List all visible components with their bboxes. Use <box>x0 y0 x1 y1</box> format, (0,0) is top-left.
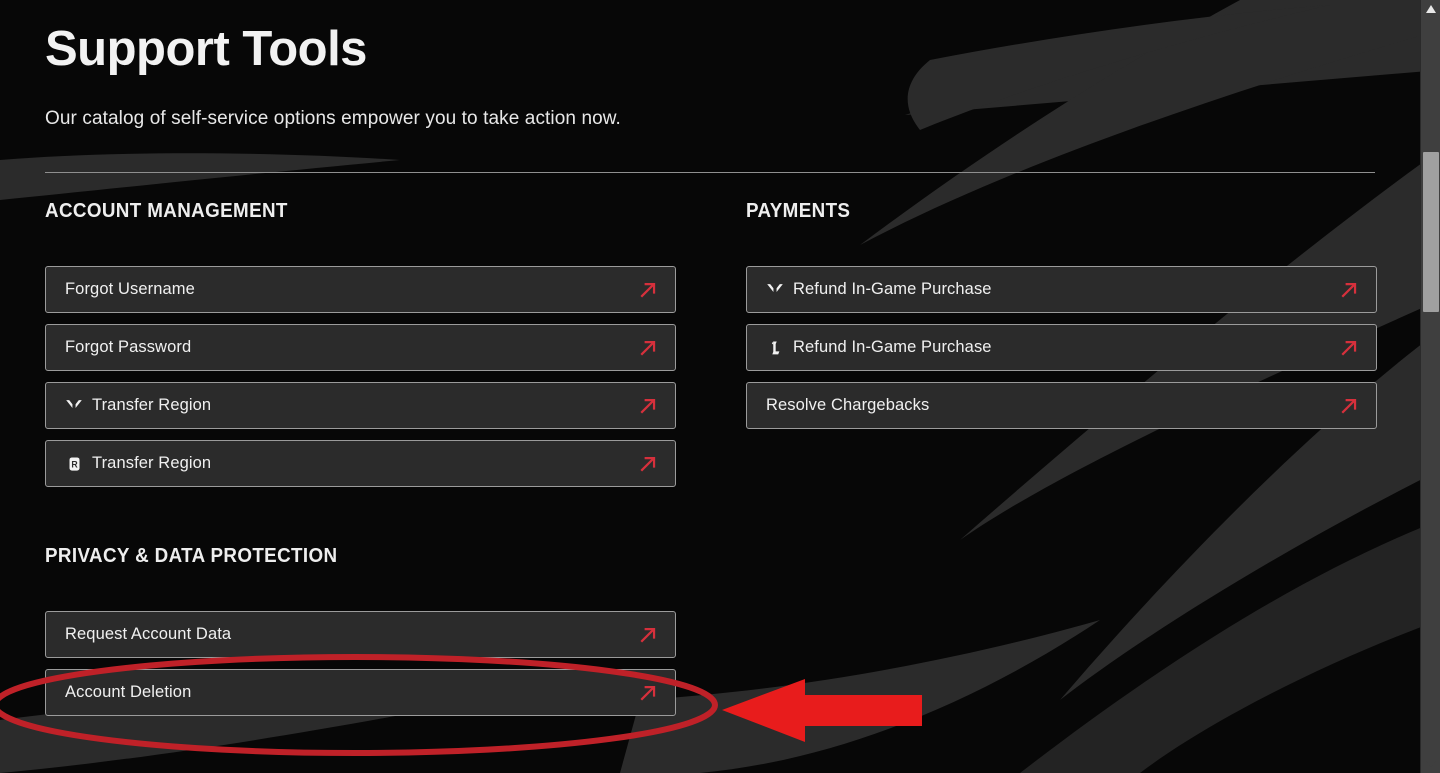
external-link-arrow-icon <box>640 627 656 643</box>
tool-label: Transfer Region <box>92 454 212 472</box>
header-divider <box>45 172 1375 173</box>
section-privacy-data-protection: PRIVACY & DATA PROTECTION Request Accoun… <box>45 545 676 716</box>
vertical-scrollbar[interactable] <box>1420 0 1440 773</box>
section-title-payments: PAYMENTS <box>746 200 851 222</box>
league-of-legends-logo-icon <box>766 339 784 357</box>
column-right: PAYMENTS Refund In-Game Purchase Refund … <box>746 200 1377 429</box>
section-title-privacy-data-protection: PRIVACY & DATA PROTECTION <box>45 545 338 567</box>
tool-label: Forgot Username <box>65 280 195 298</box>
svg-text:R: R <box>71 459 78 469</box>
tool-label: Resolve Chargebacks <box>766 396 930 414</box>
external-link-arrow-icon <box>640 340 656 356</box>
external-link-arrow-icon <box>1341 282 1357 298</box>
tool-button-resolve-chargebacks[interactable]: Resolve Chargebacks <box>746 382 1377 429</box>
scroll-up-arrow-icon[interactable] <box>1421 0 1440 18</box>
external-link-arrow-icon <box>640 456 656 472</box>
tool-button-transfer-region-valorant[interactable]: Transfer Region <box>45 382 676 429</box>
external-link-arrow-icon <box>640 282 656 298</box>
tool-button-refund-in-game-purchase-lol[interactable]: Refund In-Game Purchase <box>746 324 1377 371</box>
tool-button-account-deletion[interactable]: Account Deletion <box>45 669 676 716</box>
tool-label: Refund In-Game Purchase <box>793 338 992 356</box>
external-link-arrow-icon <box>1341 398 1357 414</box>
page-title: Support Tools <box>45 22 367 76</box>
tool-label: Request Account Data <box>65 625 232 643</box>
tool-list-privacy-data-protection: Request Account Data Account Deletion <box>45 611 676 716</box>
section-title-account-management: ACCOUNT MANAGEMENT <box>45 200 288 222</box>
riot-games-logo-icon: R <box>65 455 83 473</box>
external-link-arrow-icon <box>1341 340 1357 356</box>
tool-button-forgot-username[interactable]: Forgot Username <box>45 266 676 313</box>
tool-label: Account Deletion <box>65 683 192 701</box>
valorant-logo-icon <box>65 397 83 415</box>
external-link-arrow-icon <box>640 685 656 701</box>
tool-button-forgot-password[interactable]: Forgot Password <box>45 324 676 371</box>
tool-list-payments: Refund In-Game Purchase Refund In-Game P… <box>746 266 1377 429</box>
column-left: ACCOUNT MANAGEMENT Forgot Username Forgo… <box>45 200 676 716</box>
scroll-thumb[interactable] <box>1423 152 1439 312</box>
external-link-arrow-icon <box>640 398 656 414</box>
tool-label: Transfer Region <box>92 396 212 414</box>
scroll-down-arrow-icon[interactable] <box>1421 755 1440 773</box>
support-tools-page: Support Tools Our catalog of self-servic… <box>0 0 1440 773</box>
page-subtitle: Our catalog of self-service options empo… <box>45 108 621 129</box>
section-account-management: ACCOUNT MANAGEMENT Forgot Username Forgo… <box>45 200 676 487</box>
tool-button-refund-in-game-purchase-valorant[interactable]: Refund In-Game Purchase <box>746 266 1377 313</box>
section-payments: PAYMENTS Refund In-Game Purchase Refund … <box>746 200 1377 429</box>
tool-label: Refund In-Game Purchase <box>793 280 992 298</box>
tool-button-transfer-region-riot[interactable]: R Transfer Region <box>45 440 676 487</box>
valorant-logo-icon <box>766 281 784 299</box>
tool-button-request-account-data[interactable]: Request Account Data <box>45 611 676 658</box>
tool-label: Forgot Password <box>65 338 192 356</box>
tool-list-account-management: Forgot Username Forgot Password Transfer… <box>45 266 676 487</box>
page-viewport: Support Tools Our catalog of self-servic… <box>0 0 1420 773</box>
